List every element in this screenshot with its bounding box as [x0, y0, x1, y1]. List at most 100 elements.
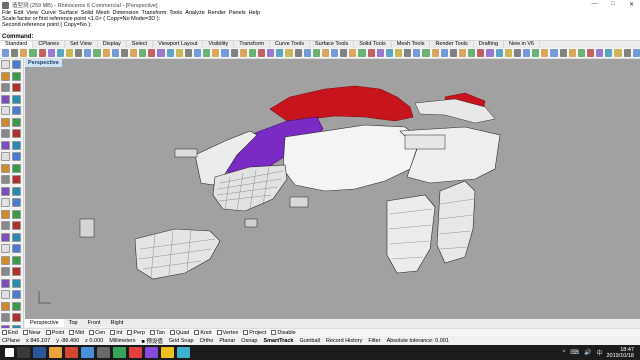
toolbar-tool-icon[interactable] [248, 49, 256, 57]
toggle-record-history[interactable]: Record History [326, 338, 362, 344]
search-icon[interactable] [17, 347, 30, 358]
tab-transform[interactable]: Transform [234, 41, 271, 48]
tab-standard[interactable]: Standard [0, 41, 34, 48]
toolbar-tool-icon[interactable] [2, 49, 10, 57]
volume-icon[interactable]: 🔊 [584, 349, 591, 356]
tray-expand-icon[interactable]: ^ [562, 350, 565, 356]
menu-panels[interactable]: Panels [229, 10, 246, 16]
left-tool-icon[interactable] [12, 221, 21, 230]
toolbar-tool-icon[interactable] [139, 49, 147, 57]
left-tool-icon[interactable] [12, 129, 21, 138]
toolbar-tool-icon[interactable] [29, 49, 37, 57]
osnap-knot[interactable]: Knot [194, 329, 212, 336]
folder-icon[interactable] [49, 347, 62, 358]
left-tool-icon[interactable] [1, 221, 10, 230]
keyboard-icon[interactable]: ⌨ [570, 349, 579, 356]
toolbar-tool-icon[interactable] [340, 49, 348, 57]
left-tool-icon[interactable] [1, 209, 10, 219]
windows-start-icon[interactable] [5, 348, 14, 357]
toolbar-tool-icon[interactable] [267, 49, 275, 57]
toolbar-tool-icon[interactable] [376, 49, 384, 57]
osnap-checkbox[interactable] [243, 329, 249, 335]
tab-mesh-tools[interactable]: Mesh Tools [392, 41, 431, 48]
toggle-gumball[interactable]: Gumball [299, 338, 319, 344]
toolbar-tool-icon[interactable] [175, 49, 183, 57]
toolbar-tool-icon[interactable] [230, 49, 238, 57]
tab-select[interactable]: Select [127, 41, 154, 48]
left-tool-icon[interactable] [1, 163, 10, 173]
toolbar-tool-icon[interactable] [285, 49, 293, 57]
osnap-quad[interactable]: Quad [169, 330, 189, 336]
osnap-checkbox[interactable] [149, 329, 155, 335]
toolbar-tool-icon[interactable] [47, 49, 55, 57]
left-tool-icon[interactable] [12, 175, 21, 184]
left-tool-icon[interactable] [12, 83, 21, 92]
osnap-checkbox[interactable] [22, 329, 28, 335]
left-tool-icon[interactable] [1, 140, 10, 150]
app-icon[interactable] [177, 347, 190, 358]
perspective-viewport[interactable] [25, 59, 640, 319]
toolbar-tool-icon[interactable] [577, 49, 585, 57]
app-icon[interactable] [129, 347, 142, 358]
left-tool-icon[interactable] [1, 71, 10, 81]
minimize-button[interactable]: — [591, 1, 597, 8]
left-tool-icon[interactable] [1, 232, 10, 242]
left-tool-icon[interactable] [12, 152, 21, 161]
toolbar-tool-icon[interactable] [321, 49, 330, 57]
toolbar-tool-icon[interactable] [221, 49, 229, 57]
osnap-tan[interactable]: Tan [149, 329, 165, 336]
left-tool-icon[interactable] [12, 140, 21, 150]
app-icon[interactable] [161, 347, 174, 358]
menu-help[interactable]: Help [249, 10, 260, 16]
app-icon[interactable] [81, 347, 94, 358]
menu-tools[interactable]: Tools [169, 10, 182, 16]
toolbar-tool-icon[interactable] [367, 49, 375, 57]
osnap-disable[interactable]: Disable [271, 330, 296, 336]
left-tool-icon[interactable] [1, 186, 10, 196]
osnap-near[interactable]: Near [22, 329, 41, 336]
toolbar-tool-icon[interactable] [102, 49, 110, 57]
toolbar-tool-icon[interactable] [449, 49, 458, 57]
left-tool-icon[interactable] [12, 117, 21, 127]
osnap-checkbox[interactable] [45, 329, 51, 335]
left-tool-icon[interactable] [12, 60, 21, 69]
left-tool-icon[interactable] [12, 301, 21, 311]
toolbar-tool-icon[interactable] [148, 49, 156, 57]
tab-curve-tools[interactable]: Curve Tools [270, 41, 310, 48]
osnap-vertex[interactable]: Vertex [216, 329, 238, 336]
left-tool-icon[interactable] [1, 94, 10, 104]
menu-render[interactable]: Render [208, 10, 226, 16]
toolbar-tool-icon[interactable] [257, 49, 266, 57]
toolbar-tool-icon[interactable] [65, 49, 74, 57]
tab-cplanes[interactable]: CPlanes [33, 41, 66, 48]
osnap-checkbox[interactable] [216, 329, 222, 335]
toolbar-tool-icon[interactable] [513, 49, 522, 57]
toolbar-tool-icon[interactable] [477, 49, 485, 57]
osnap-end[interactable]: End [2, 330, 18, 336]
toolbar-tool-icon[interactable] [468, 49, 476, 57]
left-tool-icon[interactable] [12, 71, 21, 81]
tab-solid-tools[interactable]: Solid Tools [354, 41, 392, 48]
tab-display[interactable]: Display [98, 41, 127, 48]
osnap-checkbox[interactable] [110, 329, 116, 335]
tab-surface-tools[interactable]: Surface Tools [310, 41, 355, 48]
osnap-checkbox[interactable] [194, 329, 200, 335]
left-tool-icon[interactable] [1, 175, 10, 184]
osnap-cen[interactable]: Cen [89, 330, 105, 336]
toolbar-tool-icon[interactable] [486, 49, 494, 57]
osnap-checkbox[interactable] [89, 329, 95, 335]
layer-label[interactable]: ■ 预设值 [141, 337, 162, 345]
toolbar-tool-icon[interactable] [56, 49, 64, 57]
toolbar-tool-icon[interactable] [212, 49, 220, 57]
app-icon[interactable] [33, 347, 46, 358]
left-tool-icon[interactable] [12, 278, 21, 288]
rhino-taskbar-icon[interactable] [97, 347, 110, 358]
toolbar-tool-icon[interactable] [422, 49, 430, 57]
toolbar-tool-icon[interactable] [440, 49, 448, 57]
toggle-ortho[interactable]: Ortho [200, 338, 214, 344]
toolbar-tool-icon[interactable] [559, 49, 567, 57]
toolbar-tool-icon[interactable] [550, 49, 558, 57]
left-tool-icon[interactable] [12, 255, 21, 265]
toolbar-tool-icon[interactable] [312, 49, 320, 57]
tab-set-view[interactable]: Set View [65, 41, 98, 48]
